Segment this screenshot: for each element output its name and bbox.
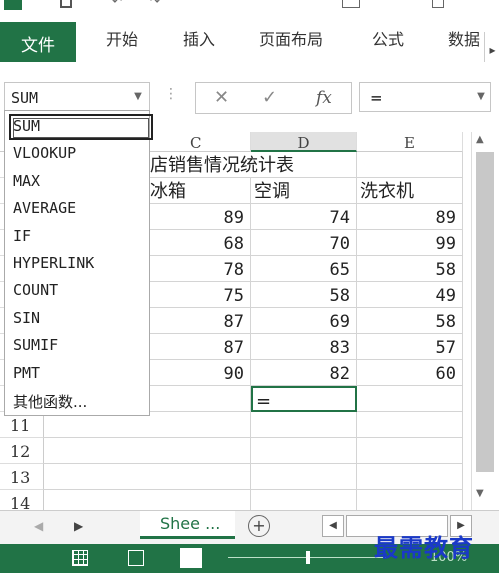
grid-cell[interactable] [251,438,357,464]
sheet-tab[interactable]: Shee ... [140,511,235,539]
prev-sheet-icon[interactable]: ◀ [34,519,43,533]
grid-cell[interactable] [357,152,463,178]
insert-function-icon[interactable]: fx [316,83,332,113]
grid-cell[interactable]: 83 [251,334,357,360]
column-header-e[interactable]: E [357,132,463,152]
ribbon-tabs: 文件 开始 插入 页面布局 公式 数据 ▸ [0,12,499,68]
tab-page-layout[interactable]: 页面布局 [259,26,323,50]
grid-cell[interactable] [357,412,463,438]
redo-icon[interactable]: ↷ [150,0,160,8]
grid-cell[interactable] [251,412,357,438]
function-item[interactable]: MAX [13,172,40,190]
grid-cell[interactable]: 洗衣机 [357,178,463,204]
zoom-slider-thumb[interactable] [306,551,310,564]
tab-formulas[interactable]: 公式 [372,26,404,50]
ribbon-options-icon[interactable] [342,0,360,8]
grid-cell[interactable]: 99 [357,230,463,256]
function-item[interactable]: SIN [13,309,40,327]
grid-cell[interactable]: 49 [357,282,463,308]
grid-cell[interactable]: 65 [251,256,357,282]
tab-home[interactable]: 开始 [106,26,138,50]
function-item[interactable]: AVERAGE [13,199,76,217]
function-dropdown: SUM VLOOKUP MAX AVERAGE IF HYPERLINK COUNT SIN S… [4,110,153,416]
vertical-scrollbar[interactable]: ▲ ▼ [471,132,499,510]
grid-cell[interactable] [251,152,357,178]
title-bar: ↶ ↷ [0,0,499,12]
confirm-icon[interactable]: ✓ [262,83,277,113]
tab-data[interactable]: 数据 [448,26,480,50]
grid-cell[interactable]: 58 [251,282,357,308]
drag-handle-icon[interactable]: ⋮ [164,86,178,102]
add-sheet-icon[interactable]: + [248,515,270,537]
maximize-icon[interactable] [432,0,444,8]
normal-view-icon[interactable] [72,550,88,566]
active-cell[interactable]: = [251,386,357,412]
grid-cell[interactable] [44,464,251,490]
scroll-thumb[interactable] [476,152,494,472]
tab-insert[interactable]: 插入 [183,26,215,50]
grid-cell[interactable] [44,438,251,464]
save-icon[interactable] [60,0,72,8]
formula-buttons: ✕ ✓ fx [195,82,352,114]
next-sheet-icon[interactable]: ▶ [74,519,83,533]
function-item[interactable]: SUM [13,117,40,135]
scroll-left-icon[interactable]: ◀ [322,515,344,537]
function-item[interactable]: VLOOKUP [13,144,76,162]
function-item[interactable]: PMT [13,364,40,382]
tab-file[interactable]: 文件 [0,22,76,64]
grid-cell[interactable]: 58 [357,308,463,334]
grid-cell[interactable]: 57 [357,334,463,360]
page-layout-view-icon[interactable] [128,550,144,566]
grid-cell[interactable]: 58 [357,256,463,282]
grid-cell[interactable]: 82 [251,360,357,386]
chevron-down-icon[interactable]: ▼ [126,82,150,112]
function-item[interactable]: IF [13,227,31,245]
grid-cell[interactable] [251,464,357,490]
page-break-view-icon[interactable] [180,548,202,568]
column-header-d[interactable]: D [251,132,357,152]
grid-cell[interactable] [357,438,463,464]
grid-cell[interactable]: 70 [251,230,357,256]
grid-cell[interactable]: 空调 [251,178,357,204]
grid-cell[interactable] [357,386,463,412]
function-item[interactable]: 其他函数... [13,391,87,412]
undo-icon[interactable]: ↶ [112,0,122,8]
scroll-up-icon[interactable]: ▲ [476,134,484,145]
scroll-down-icon[interactable]: ▼ [476,488,484,499]
function-item[interactable]: HYPERLINK [13,254,94,272]
grid-cell[interactable]: 89 [357,204,463,230]
function-item[interactable]: SUMIF [13,336,58,354]
grid-cell[interactable]: 74 [251,204,357,230]
excel-logo-icon [4,0,22,10]
watermark: 最需教育 [374,533,474,562]
grid-cell[interactable]: 69 [251,308,357,334]
row-header[interactable]: 13 [0,464,44,490]
row-header[interactable]: 12 [0,438,44,464]
chevron-down-icon[interactable]: ▼ [472,82,490,112]
grid-cell[interactable] [357,464,463,490]
function-item[interactable]: COUNT [13,281,58,299]
cancel-icon[interactable]: ✕ [214,83,229,113]
grid-cell[interactable]: 60 [357,360,463,386]
